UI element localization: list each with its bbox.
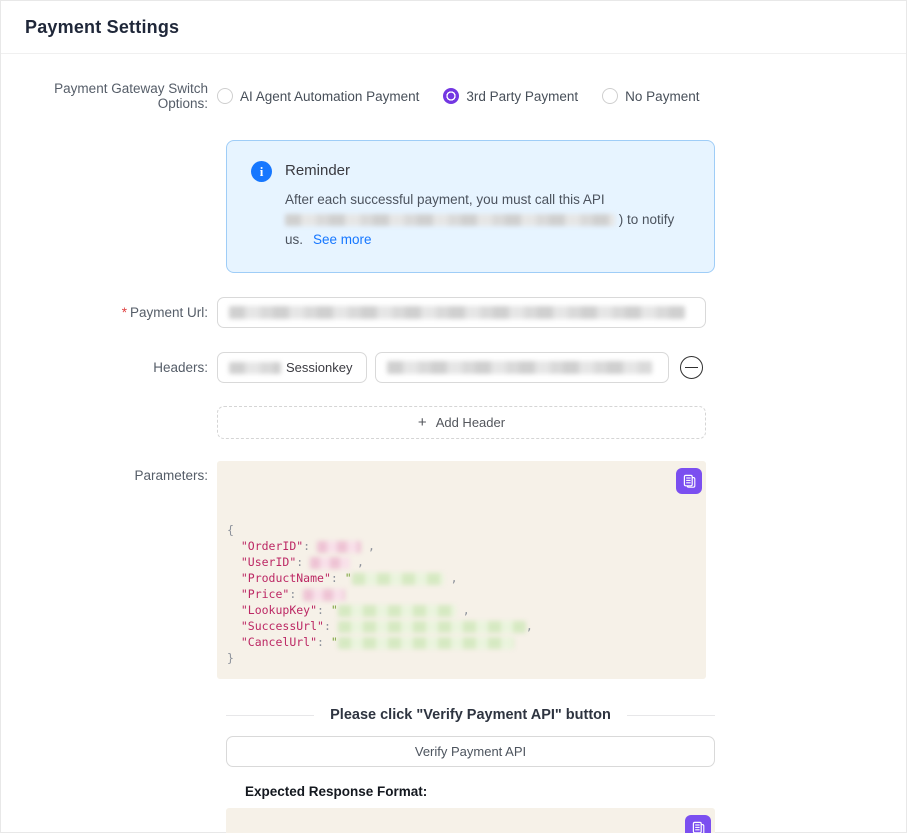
radio-ai-agent-automation-payment[interactable]: AI Agent Automation Payment [217, 88, 419, 104]
redacted-value [338, 621, 526, 633]
radio-checked-icon[interactable] [443, 88, 459, 104]
payment-url-row: *Payment Url: [23, 297, 906, 328]
redacted-payment-url-value [229, 306, 685, 319]
redacted-value [338, 637, 514, 649]
radio-unchecked-icon[interactable] [217, 88, 233, 104]
gateway-radio-group: AI Agent Automation Payment 3rd Party Pa… [217, 88, 699, 104]
payment-url-label: *Payment Url: [23, 305, 217, 320]
redacted-api-url [285, 214, 615, 226]
redacted-header-value [387, 361, 652, 374]
radio-3rd-party-payment[interactable]: 3rd Party Payment [443, 88, 578, 104]
verify-payment-api-button[interactable]: Verify Payment API [226, 736, 715, 767]
expected-response-wrap: { "Data": { "URL": "https://checkout.str… [226, 808, 906, 833]
gateway-switch-label: Payment Gateway Switch Options: [23, 81, 217, 111]
parameters-code-block: { "OrderID": , "UserID": , "ProductName"… [217, 461, 706, 679]
reminder-line2: ) to notify [285, 210, 697, 230]
reminder-line1: After each successful payment, you must … [285, 190, 697, 210]
radio-label: 3rd Party Payment [466, 89, 578, 104]
verify-divider-text: Please click "Verify Payment API" button [330, 707, 611, 723]
content: Payment Gateway Switch Options: AI Agent… [1, 81, 906, 833]
reminder-text: After each successful payment, you must … [285, 190, 697, 250]
header-value-input[interactable] [375, 352, 669, 383]
copy-icon[interactable] [676, 468, 702, 494]
info-icon: i [251, 161, 272, 182]
page-title: Payment Settings [25, 17, 179, 38]
plus-icon: + [418, 414, 427, 431]
header-key-text: Sessionkey [286, 360, 352, 375]
add-header-button[interactable]: + Add Header [217, 406, 706, 439]
payment-settings-card: Payment Settings Payment Gateway Switch … [0, 0, 907, 833]
redacted-value [317, 541, 361, 553]
parameters-row: Parameters: { "OrderID": , "UserID": , "… [23, 461, 906, 679]
radio-unchecked-icon[interactable] [602, 88, 618, 104]
headers-row: Headers: Sessionkey [23, 352, 906, 383]
verify-divider: Please click "Verify Payment API" button [226, 707, 715, 723]
redacted-value [352, 573, 444, 585]
parameters-label: Parameters: [23, 461, 217, 483]
gateway-switch-row: Payment Gateway Switch Options: AI Agent… [23, 81, 906, 111]
add-header-row: + Add Header [23, 406, 906, 439]
headers-label: Headers: [23, 360, 217, 375]
header-key-input[interactable]: Sessionkey [217, 352, 367, 383]
payment-url-input[interactable] [217, 297, 706, 328]
page-header: Payment Settings [1, 1, 906, 54]
redacted-value [338, 605, 456, 617]
see-more-link[interactable]: See more [313, 232, 372, 247]
remove-header-icon[interactable] [680, 356, 703, 379]
redacted-value [310, 557, 350, 569]
reminder-title: Reminder [285, 162, 697, 179]
redacted-value [303, 589, 345, 601]
required-asterisk: * [122, 305, 127, 320]
expected-response-label: Expected Response Format: [245, 784, 906, 799]
reminder-body: Reminder After each successful payment, … [285, 161, 697, 250]
redacted-header-key-prefix [229, 362, 281, 374]
response-code-block: { "Data": { "URL": "https://checkout.str… [226, 808, 715, 833]
reminder-line3: us.See more [285, 230, 697, 250]
reminder-alert: i Reminder After each successful payment… [226, 140, 715, 273]
radio-no-payment[interactable]: No Payment [602, 88, 699, 104]
copy-icon[interactable] [685, 815, 711, 833]
radio-label: No Payment [625, 89, 699, 104]
radio-label: AI Agent Automation Payment [240, 89, 419, 104]
